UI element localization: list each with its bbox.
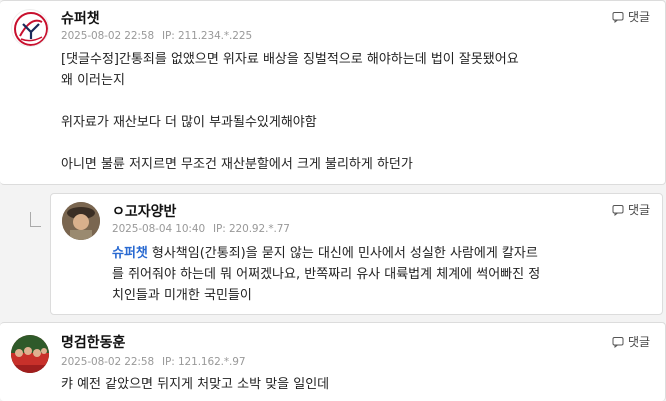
- reply-button[interactable]: 댓글: [612, 8, 650, 25]
- comment-card: 명검한동훈 2025-08-02 22:58 IP: 121.162.*.97 댓…: [0, 322, 666, 401]
- ip-label: IP:: [213, 223, 226, 235]
- comment-line: [61, 133, 519, 154]
- comment-ip: 220.92.*.77: [228, 223, 290, 235]
- comment-ip: 211.234.*.225: [177, 30, 253, 42]
- comment-meta: 2025-08-02 22:58 IP: 121.162.*.97: [61, 356, 246, 368]
- reply-button[interactable]: 댓글: [612, 333, 650, 350]
- comment-date: 2025-08-02 22:58: [61, 30, 155, 42]
- avatar[interactable]: [62, 202, 100, 240]
- mention-link[interactable]: 슈퍼챗: [112, 246, 148, 261]
- avatar[interactable]: [11, 335, 49, 373]
- comment-bubble-icon: [612, 336, 624, 348]
- comment-meta: 2025-08-02 22:58 IP: 211.234.*.225: [61, 30, 252, 42]
- comment-meta: 2025-08-04 10:40 IP: 220.92.*.77: [112, 223, 290, 235]
- comment-author[interactable]: ㅇ고자양반: [112, 201, 176, 221]
- reply-label: 댓글: [628, 203, 651, 217]
- comment-line: [댓글수정]간통죄를 없앴으면 위자료 배상을 징벌적으로 해야하는데 법이 잘…: [61, 52, 519, 67]
- comment-line: 위자료가 재산보다 더 많이 부과될수있게해야함: [61, 115, 317, 130]
- comment-line: 캬 예전 같았으면 뒤지게 처맞고 소박 맞을 일인데: [61, 377, 330, 392]
- ip-label: IP:: [162, 30, 175, 42]
- comment-ip: 121.162.*.97: [177, 356, 246, 368]
- comment-line: 치인들과 미개한 국민들이: [112, 288, 252, 303]
- crowd-photo-icon: [11, 335, 49, 373]
- comment-line: 아니면 불륜 저지르면 무조건 재산분할에서 크게 불리하게 하던가: [61, 157, 413, 172]
- reply-label: 댓글: [628, 335, 651, 349]
- comment-line: 를 쥐어줘야 하는데 뭐 어쩌겠나요, 반쪽짜리 유사 대륙법계 체계에 썩어빠…: [112, 267, 541, 282]
- comment-line: [61, 91, 519, 112]
- comment-body: 캬 예전 같았으면 뒤지게 처맞고 소박 맞을 일인데: [61, 374, 329, 395]
- comment-bubble-icon: [612, 204, 624, 216]
- avatar[interactable]: [11, 9, 49, 47]
- comment-author[interactable]: 슈퍼챗: [61, 8, 100, 28]
- comment-body: [댓글수정]간통죄를 없앴으면 위자료 배상을 징벌적으로 해야하는데 법이 잘…: [61, 49, 519, 175]
- comment-date: 2025-08-02 22:58: [61, 356, 155, 368]
- reply-comment-card: ㅇ고자양반 2025-08-04 10:40 IP: 220.92.*.77 댓글…: [50, 193, 663, 315]
- ip-label: IP:: [162, 356, 175, 368]
- reply-label: 댓글: [628, 10, 651, 24]
- reply-connector: [30, 212, 41, 227]
- comment-body: 슈퍼챗 형사책임(간통죄)을 묻지 않는 대신에 민사에서 성실한 사람에게 칼자…: [112, 243, 540, 306]
- comment-card: 슈퍼챗 2025-08-02 22:58 IP: 211.234.*.225 댓글…: [0, 0, 666, 185]
- comment-line: 형사책임(간통죄)을 묻지 않는 대신에 민사에서 성실한 사람에게 칼자르: [151, 246, 538, 261]
- comment-line: 왜 이러는지: [61, 73, 125, 88]
- person-photo-icon: [62, 202, 100, 240]
- reply-button[interactable]: 댓글: [612, 201, 650, 218]
- comment-date: 2025-08-04 10:40: [112, 223, 206, 235]
- comment-bubble-icon: [612, 11, 624, 23]
- yankees-logo-icon: [14, 12, 48, 46]
- comment-author[interactable]: 명검한동훈: [61, 332, 125, 352]
